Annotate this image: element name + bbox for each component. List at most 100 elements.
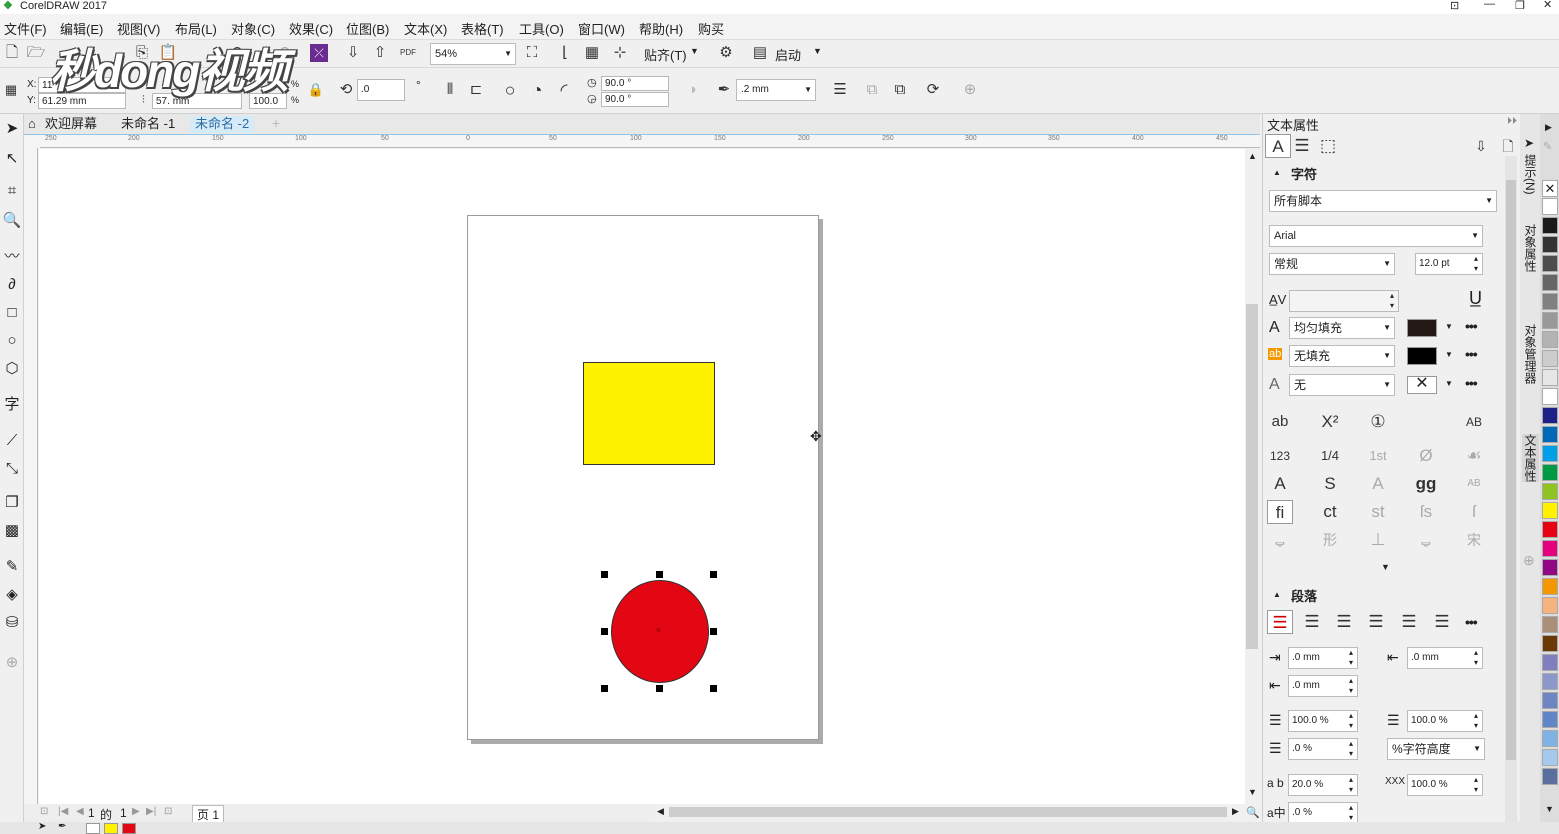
options-gear-icon[interactable]: ⚙ (716, 43, 736, 63)
cjk-feature-5-icon[interactable]: 宋 (1461, 528, 1487, 552)
grid-icon[interactable]: ▦ (582, 43, 602, 63)
import-icon[interactable]: ⇩ (343, 43, 363, 63)
color-swatch[interactable] (1542, 749, 1558, 766)
menu-object[interactable]: 对象(C) (231, 19, 275, 38)
ct-ligature-icon[interactable]: ct (1317, 500, 1343, 524)
paragraph-tab-icon[interactable]: ☰ (1289, 134, 1315, 158)
color-swatch[interactable] (1542, 502, 1558, 519)
panel-new-icon[interactable]: 🗋 (1495, 134, 1521, 158)
yellow-rectangle[interactable] (583, 362, 715, 465)
scroll-left-icon[interactable]: ◀ (657, 806, 664, 817)
snap-to-dropdown[interactable]: 贴齐(T) (644, 45, 687, 64)
open-icon[interactable]: 🗁 (26, 43, 46, 63)
align-left-icon[interactable]: ☰ (1299, 610, 1325, 634)
snap-dropdown-arrow-icon[interactable]: ▼ (690, 46, 699, 56)
menu-table[interactable]: 表格(T) (461, 19, 504, 38)
scroll-down-icon[interactable]: ▼ (1248, 787, 1257, 797)
account-icon[interactable]: ⊡ (1450, 0, 1459, 12)
end-angle-field[interactable]: 90.0 ° (601, 92, 669, 107)
menu-tools[interactable]: 工具(O) (519, 19, 564, 38)
palette-scroll-down-icon[interactable]: ▼ (1545, 804, 1554, 814)
full-screen-icon[interactable]: ⛶ (522, 43, 542, 63)
selection-handle[interactable] (710, 685, 717, 692)
color-swatch[interactable] (1542, 521, 1558, 538)
launch-icon[interactable]: ▤ (750, 43, 770, 63)
tab-object-properties[interactable]: 对象属性 (1522, 224, 1539, 272)
prev-page-icon[interactable]: ◀ (76, 806, 84, 817)
ornaments-icon[interactable]: ☙ (1461, 444, 1487, 468)
menu-text[interactable]: 文本(X) (404, 19, 447, 38)
text-fill-swatch[interactable] (1407, 319, 1437, 337)
color-swatch[interactable] (1542, 274, 1558, 291)
titling-icon[interactable]: AB (1461, 472, 1487, 496)
new-document-icon[interactable]: 🗋 (2, 43, 22, 63)
color-swatch[interactable] (1542, 616, 1558, 633)
spacing-unit-select[interactable]: %字符高度 (1387, 738, 1485, 760)
last-page-icon[interactable]: ▶| (146, 806, 156, 817)
add-docker-icon[interactable]: ⊕ (1523, 552, 1535, 569)
close-button[interactable]: ✕ (1543, 0, 1552, 11)
font-select[interactable]: Arial (1269, 225, 1483, 247)
text-fill-type-select[interactable]: 均匀填充 (1289, 317, 1395, 339)
launch-dropdown-arrow-icon[interactable]: ▼ (813, 46, 822, 56)
zoom-corner-icon[interactable]: 🔍 (1246, 806, 1260, 819)
object-origin-icon[interactable]: ▦ (1, 80, 21, 100)
before-paragraph-field[interactable]: 100.0 % (1288, 710, 1358, 732)
historical-icon[interactable]: ſ (1461, 500, 1487, 524)
start-angle-field[interactable]: 90.0 ° (601, 76, 669, 91)
menu-help[interactable]: 帮助(H) (639, 19, 683, 38)
line-spacing-field[interactable]: 100.0 % (1407, 710, 1483, 732)
align-more-icon[interactable]: ••• (1465, 614, 1478, 630)
bg-fill-swatch[interactable] (1407, 347, 1437, 365)
bg-fill-more-icon[interactable]: ••• (1465, 346, 1478, 362)
swash-icon[interactable]: A (1267, 472, 1293, 496)
bg-fill-type-select[interactable]: 无填充 (1289, 345, 1395, 367)
cjk-feature-4-icon[interactable]: ᇦ (1413, 528, 1439, 552)
selection-handle[interactable] (710, 571, 717, 578)
menu-layout[interactable]: 布局(L) (175, 19, 217, 38)
add-page-after-icon[interactable]: ⊡ (164, 806, 172, 817)
color-swatch[interactable] (1542, 369, 1558, 386)
panel-scrollbar[interactable] (1505, 156, 1517, 832)
ligatures-icon[interactable]: ab (1267, 410, 1293, 434)
horizontal-scrollbar[interactable]: ◀ ▶ (655, 804, 1245, 820)
to-front-icon[interactable]: ⧉ (862, 80, 882, 100)
no-align-icon[interactable]: ☰ (1267, 610, 1293, 634)
color-swatch[interactable] (1542, 597, 1558, 614)
color-swatch[interactable] (1542, 331, 1558, 348)
color-swatch[interactable] (1542, 559, 1558, 576)
font-size-field[interactable]: 12.0 pt (1415, 253, 1483, 275)
status-yellow-swatch[interactable] (104, 823, 118, 834)
left-indent-field[interactable]: .0 mm (1288, 647, 1358, 669)
color-swatch[interactable] (1542, 635, 1558, 652)
lock-ratio-icon[interactable]: 🔒 (306, 80, 326, 100)
pick-tool-icon[interactable]: ➤ (2, 118, 22, 140)
pie-icon[interactable]: ◔ (527, 80, 547, 100)
text-fill-arrow-icon[interactable]: ▼ (1445, 322, 1453, 331)
smart-fill-icon[interactable]: ⛁ (2, 612, 22, 634)
artistic-media-icon[interactable]: ∂ (2, 274, 22, 296)
text-outline-select[interactable]: 无 (1289, 374, 1395, 396)
script-select[interactable]: 所有脚本 (1269, 190, 1497, 212)
color-swatch[interactable] (1542, 217, 1558, 234)
word-spacing-field[interactable]: 100.0 % (1407, 774, 1483, 796)
color-swatch[interactable] (1542, 198, 1558, 215)
force-justify-icon[interactable]: ☰ (1429, 610, 1455, 634)
font-style-select[interactable]: 常规 (1269, 253, 1395, 275)
zoom-level-select[interactable]: 54% (430, 43, 516, 65)
color-swatch[interactable] (1542, 692, 1558, 709)
connector-tool-icon[interactable]: ⤡ (2, 458, 22, 480)
color-swatch[interactable] (1542, 293, 1558, 310)
numerals-icon[interactable]: 123 (1267, 444, 1293, 468)
tab-untitled-2[interactable]: 未命名 -2 (190, 116, 255, 133)
menu-window[interactable]: 窗口(W) (578, 19, 625, 38)
gg-icon[interactable]: gg (1413, 472, 1439, 496)
superscript-icon[interactable]: X² (1317, 410, 1343, 434)
status-no-fill-swatch[interactable] (86, 823, 100, 834)
add-icon[interactable]: ⊕ (960, 80, 980, 100)
fractions-icon[interactable]: 1/4 (1317, 444, 1343, 468)
polygon-tool-icon[interactable]: ⬡ (2, 358, 22, 380)
stylistic-a-icon[interactable]: A (1365, 472, 1391, 496)
tab-text-properties[interactable]: 文本属性 (1522, 434, 1539, 482)
slashed-zero-icon[interactable]: Ø (1413, 444, 1439, 468)
